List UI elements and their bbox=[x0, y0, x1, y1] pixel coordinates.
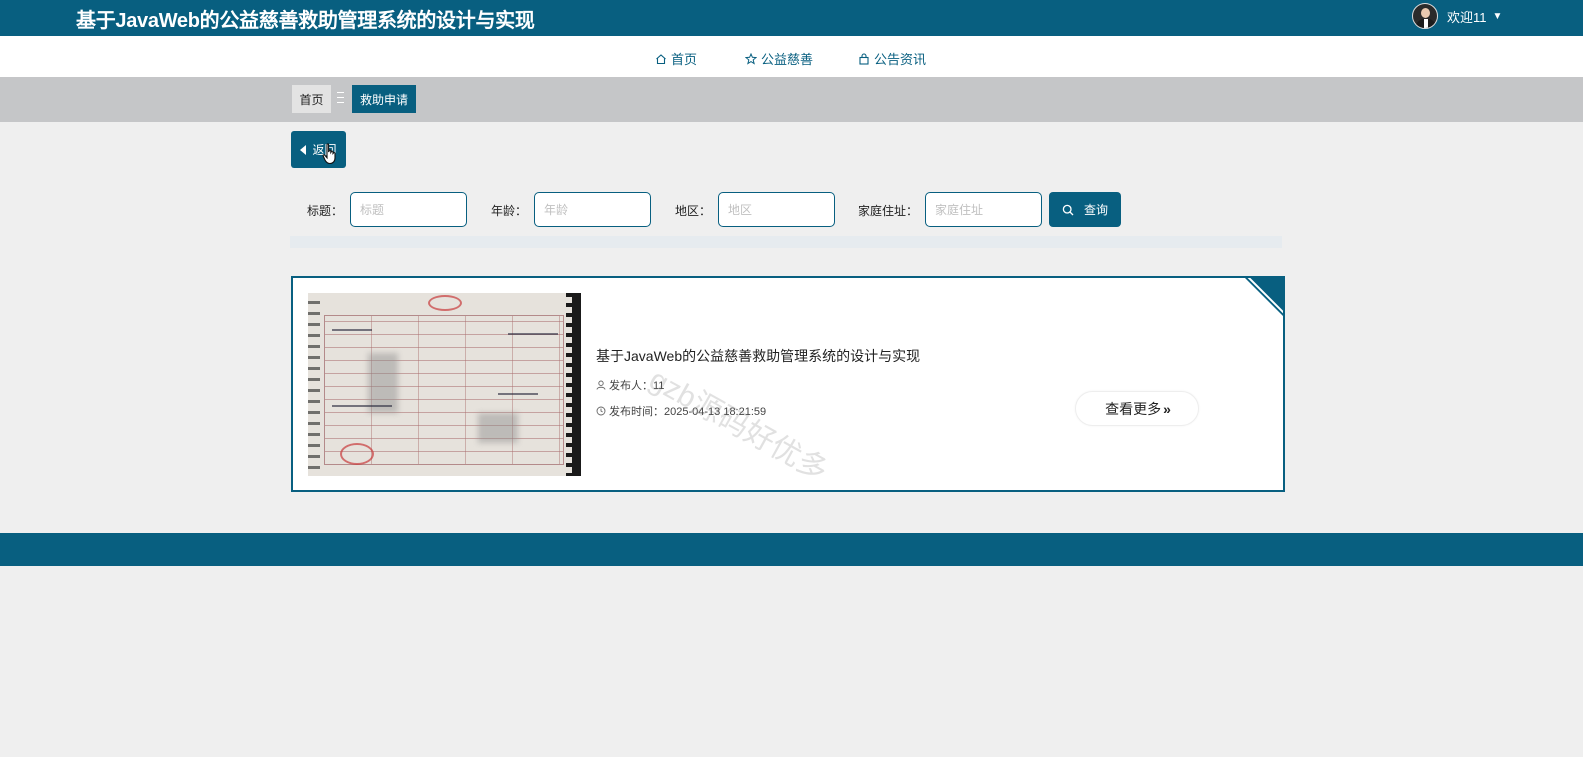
breadcrumb-current: 救助申请 bbox=[352, 85, 416, 113]
main-nav: 首页 公益慈善 公告资讯 bbox=[0, 36, 1583, 77]
search-label-age: 年龄： bbox=[491, 204, 528, 218]
address-search-input[interactable] bbox=[925, 192, 1042, 227]
item-publisher: 发布人：11 bbox=[596, 377, 664, 393]
search-button[interactable]: 查询 bbox=[1049, 192, 1121, 227]
hand-cursor-icon bbox=[322, 143, 336, 165]
nav-item-label: 公益慈善 bbox=[761, 52, 814, 67]
home-icon bbox=[656, 53, 666, 64]
title-search-input[interactable] bbox=[350, 192, 467, 227]
item-publish-time: 发布时间：2025-04-13 18:21:59 bbox=[596, 403, 766, 419]
region-search-input[interactable] bbox=[718, 192, 835, 227]
breadcrumb-home[interactable]: 首页 bbox=[292, 85, 331, 113]
caret-left-icon bbox=[300, 144, 307, 155]
divider-strip bbox=[290, 236, 1282, 248]
double-chevron-right-icon: » bbox=[1163, 400, 1171, 417]
clock-icon bbox=[596, 406, 606, 416]
nav-item-home[interactable]: 首页 bbox=[655, 49, 697, 68]
footer-bar bbox=[0, 533, 1583, 566]
search-label-address: 家庭住址： bbox=[858, 204, 919, 218]
list-item[interactable]: 基于JavaWeb的公益慈善救助管理系统的设计与实现 发布人：11 发布时间：2… bbox=[291, 276, 1285, 492]
breadcrumb: 首页 救助申请 bbox=[0, 77, 1583, 122]
nav-item-charity[interactable]: 公益慈善 bbox=[745, 49, 813, 68]
breadcrumb-separator-icon bbox=[337, 92, 344, 104]
item-thumbnail-image[interactable] bbox=[308, 293, 581, 476]
site-title: 基于JavaWeb的公益慈善救助管理系统的设计与实现 bbox=[76, 10, 535, 32]
star-icon bbox=[745, 52, 757, 65]
view-more-button[interactable]: 查看更多 » bbox=[1075, 391, 1199, 426]
avatar[interactable] bbox=[1412, 3, 1438, 29]
nav-item-label: 公告资讯 bbox=[874, 52, 927, 67]
caret-down-icon[interactable]: ▼ bbox=[1493, 11, 1503, 22]
search-button-label: 查询 bbox=[1083, 203, 1108, 217]
welcome-text[interactable]: 欢迎11 bbox=[1447, 7, 1487, 26]
top-header: 基于JavaWeb的公益慈善救助管理系统的设计与实现 欢迎11 ▼ bbox=[0, 0, 1583, 36]
item-publisher-text: 发布人：11 bbox=[609, 380, 665, 392]
nav-item-label: 首页 bbox=[671, 52, 698, 67]
nav-item-announcements[interactable]: 公告资讯 bbox=[858, 49, 926, 68]
view-more-label: 查看更多 bbox=[1105, 400, 1162, 417]
user-menu[interactable]: 欢迎11 ▼ bbox=[1412, 1, 1502, 31]
user-icon bbox=[596, 380, 606, 390]
corner-ribbon-icon bbox=[1245, 278, 1283, 316]
item-publish-time-text: 发布时间：2025-04-13 18:21:59 bbox=[609, 406, 767, 418]
search-icon bbox=[1062, 204, 1074, 215]
bag-icon bbox=[859, 52, 869, 65]
item-title[interactable]: 基于JavaWeb的公益慈善救助管理系统的设计与实现 bbox=[596, 346, 920, 366]
search-label-title: 标题： bbox=[307, 204, 344, 218]
age-search-input[interactable] bbox=[534, 192, 651, 227]
search-label-region: 地区： bbox=[675, 204, 712, 218]
